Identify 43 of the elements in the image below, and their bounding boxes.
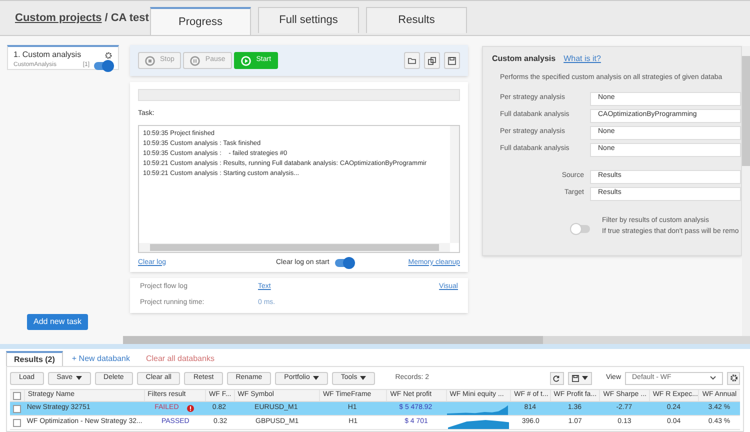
stop-icon [145, 56, 155, 66]
row-checkbox[interactable] [12, 404, 21, 412]
toggle-switch[interactable] [94, 62, 112, 70]
caret-icon [582, 376, 588, 380]
horizontal-scrollbar[interactable] [123, 336, 750, 344]
tab[interactable]: Results [366, 7, 467, 33]
select-all-checkbox[interactable] [12, 392, 21, 400]
horizontal-scrollbar[interactable] [139, 242, 450, 252]
export-button[interactable] [568, 372, 592, 384]
add-task-button[interactable]: Add new task [27, 314, 88, 330]
toggle-switch[interactable] [335, 258, 354, 267]
tab[interactable]: Progress [150, 7, 251, 35]
vertical-scrollbar[interactable] [450, 126, 459, 242]
copy-icon [428, 56, 436, 64]
toggle-switch[interactable] [572, 224, 590, 232]
play-icon [241, 56, 252, 66]
task-title: 1. Custom analysis [14, 49, 82, 61]
equity-sparkline [448, 417, 509, 429]
refresh-icon [553, 374, 560, 382]
pause-icon [190, 56, 200, 66]
project-title: CA test [110, 10, 149, 26]
breadcrumb-link[interactable]: Custom projects [15, 10, 102, 26]
settings-button[interactable] [727, 372, 740, 384]
new-databank-tab[interactable]: + New databank [64, 351, 137, 366]
breadcrumb-separator: / [104, 10, 108, 26]
save-icon [572, 374, 579, 382]
row-checkbox[interactable] [12, 418, 21, 426]
gear-icon[interactable] [104, 52, 112, 58]
settings-icon [730, 374, 738, 382]
save-button[interactable] [444, 52, 460, 69]
help-link[interactable]: What is it? [564, 53, 601, 65]
error-icon [186, 405, 194, 412]
copy-button[interactable] [424, 52, 440, 69]
settings-title: Custom analysis [492, 53, 556, 65]
save-icon [448, 56, 456, 64]
results-tab[interactable]: Results (2) [6, 351, 63, 366]
tab[interactable]: Full settings [258, 7, 359, 33]
refresh-button[interactable] [550, 372, 564, 384]
vertical-scrollbar[interactable] [742, 46, 750, 336]
chevron-icon [710, 376, 716, 380]
folder-icon [408, 56, 416, 64]
folder-button[interactable] [404, 52, 420, 69]
equity-sparkline [447, 403, 508, 415]
